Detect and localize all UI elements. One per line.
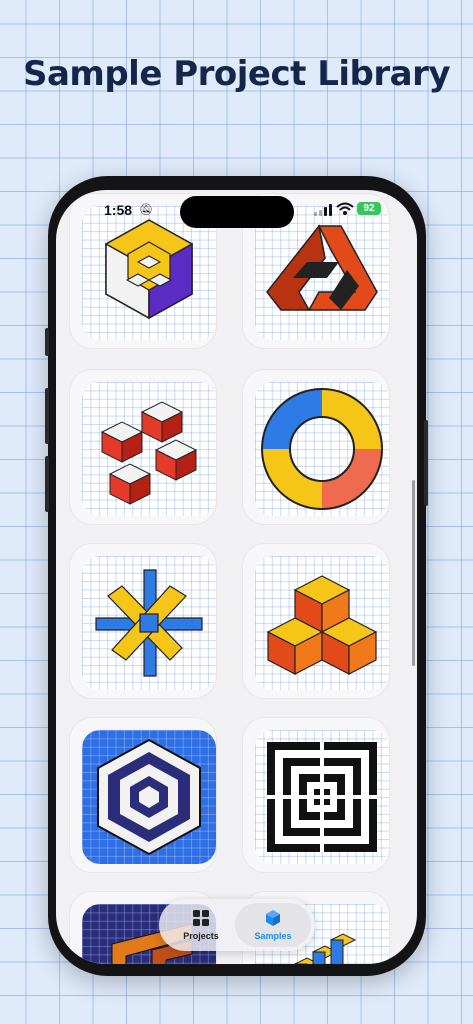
sample-thumbnail [82,556,216,690]
tab-projects[interactable]: Projects [163,903,239,947]
phone-volume-down-button [45,456,49,512]
tab-samples-label: Samples [254,931,292,941]
sample-thumbnail [255,730,389,864]
sample-card-ring[interactable] [243,370,389,524]
tab-samples[interactable]: Samples [235,903,311,947]
phone-screen: 1:58 🔕︎ 92 Projects Samples [56,190,417,964]
sample-thumbnail [255,556,389,690]
wifi-icon [336,202,354,215]
cube-icon [266,910,280,926]
cube-cross-artwork [95,569,203,677]
battery-indicator: 92 [357,202,381,215]
square-tunnel-artwork [267,742,377,852]
nested-hexagon-artwork [97,738,201,856]
status-time: 1:58 [104,202,133,218]
cellular-signal-icon [314,204,332,216]
silent-bell-icon: 🔕︎ [139,204,153,216]
tab-projects-label: Projects [183,931,219,941]
grid-icon [193,910,209,926]
phone-power-button [424,420,428,506]
sample-thumbnail [82,382,216,516]
cube-stack-artwork [266,575,378,675]
sample-card-hexagon[interactable] [70,718,216,872]
sample-thumbnail [255,382,389,516]
tab-bar: Projects Samples [159,899,315,951]
page-headline: Sample Project Library [22,54,451,94]
phone-action-button [45,328,49,356]
phone-volume-up-button [45,388,49,444]
sample-card-cross[interactable] [70,544,216,698]
cube-grid-artwork [100,401,198,505]
sample-thumbnail [82,730,216,864]
sample-card-tunnel[interactable] [243,718,389,872]
dynamic-island [180,196,294,228]
twisted-ring-artwork [261,388,383,510]
scroll-indicator[interactable] [412,480,415,666]
sample-card-cube-stack[interactable] [243,544,389,698]
sample-card-cube-grid[interactable] [70,370,216,524]
